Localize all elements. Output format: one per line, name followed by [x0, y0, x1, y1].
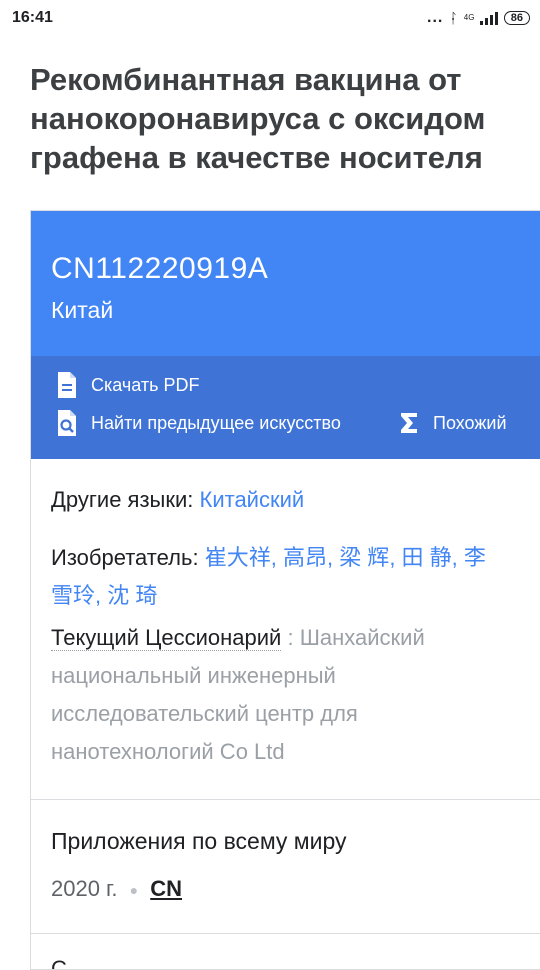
inventor-link[interactable]: 高昂: [283, 545, 327, 570]
assignee-row: Текущий Цессионарий : Шанхайский национа…: [51, 619, 511, 771]
application-year: 2020 г.: [51, 876, 118, 901]
inventor-link[interactable]: 田 静: [402, 545, 452, 570]
bluetooth-icon: ᛛ: [449, 10, 458, 26]
find-prior-art-label: Найти предыдущее искусство: [91, 413, 341, 433]
assignee-label: Текущий Цессионарий: [51, 625, 282, 651]
status-bar: 16:41 ... ᛛ 4G 86: [0, 0, 540, 36]
application-row: 2020 г. ● CN: [51, 871, 182, 908]
worldwide-applications-title: Приложения по всему миру: [51, 828, 347, 854]
inventors-row-continued: 雪玲, 沈 琦: [51, 583, 158, 608]
more-dots-icon: ...: [427, 9, 444, 26]
divider: [31, 933, 540, 934]
country: Китай: [51, 297, 114, 323]
inventor-link[interactable]: 崔大祥: [205, 545, 271, 570]
search-document-icon: [55, 409, 79, 437]
signal-icon: [479, 11, 498, 25]
inventor-link[interactable]: 雪玲: [51, 583, 95, 608]
divider: [31, 799, 540, 800]
network-type-icon: 4G: [463, 13, 475, 22]
card-header: CN112220919A Китай: [31, 211, 540, 356]
download-pdf-label: Скачать PDF: [91, 375, 200, 395]
other-languages-label: Другие языки:: [51, 487, 194, 512]
publication-number: CN112220919A: [51, 252, 269, 285]
bullet-dot-icon: ●: [129, 882, 139, 899]
status-icons: ... ᛛ 4G 86: [427, 9, 530, 27]
inventors-row: Изобретатель: 崔大祥, 高昂, 梁 辉, 田 静, 李: [51, 545, 486, 570]
other-languages-link[interactable]: Китайский: [200, 487, 305, 512]
similar-button[interactable]: Похожий: [397, 409, 507, 437]
page-title: Рекомбинантная вакцина от нанокоронавиру…: [30, 62, 486, 175]
next-section-title-partial: С: [51, 956, 67, 970]
inventor-link[interactable]: 梁 辉: [339, 545, 389, 570]
sigma-icon: [397, 409, 421, 437]
application-country-link[interactable]: CN: [150, 876, 182, 901]
other-languages-row: Другие языки: Китайский: [51, 481, 304, 519]
download-pdf-button[interactable]: Скачать PDF: [55, 371, 200, 399]
inventors-label: Изобретатель:: [51, 545, 199, 570]
patent-card: CN112220919A Китай Скачать PDF Найти пре…: [30, 210, 540, 970]
status-time: 16:41: [12, 9, 53, 26]
document-icon: [55, 371, 79, 399]
inventor-link[interactable]: 沈 琦: [107, 583, 157, 608]
assignee-colon: :: [287, 625, 294, 650]
similar-label: Похожий: [433, 413, 507, 433]
battery-icon: 86: [503, 11, 530, 25]
find-prior-art-button[interactable]: Найти предыдущее искусство: [55, 409, 341, 437]
inventor-link[interactable]: 李: [464, 545, 486, 570]
card-actions: Скачать PDF Найти предыдущее искусство П…: [31, 356, 540, 459]
